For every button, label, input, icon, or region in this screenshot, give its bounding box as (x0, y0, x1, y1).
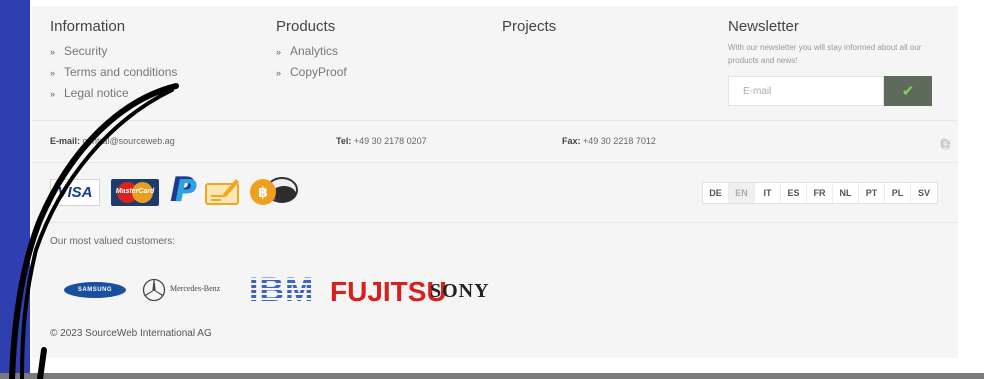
language-pl[interactable]: PL (885, 183, 911, 203)
newsletter-submit-button[interactable]: ✔ (884, 76, 932, 106)
mercedes-star-icon (142, 278, 166, 302)
paypal-logo-overlay: P (175, 174, 197, 209)
double-chevron-right-icon: » (50, 47, 56, 57)
svg-text:฿: ฿ (258, 185, 268, 201)
footer-link-label: Security (64, 44, 108, 58)
bottom-border (0, 373, 984, 379)
contact-fax-value: +49 30 2218 7012 (583, 136, 656, 146)
customers-label: Our most valued customers: (50, 236, 176, 247)
contact-email-value: central@sourceweb.ag (82, 136, 175, 146)
ibm-logo: IBM (249, 271, 315, 309)
contact-row: E-mail: central@sourceweb.ag Tel: +49 30… (50, 134, 951, 151)
column-title-newsletter: Newsletter (728, 18, 799, 35)
footer-link-security[interactable]: » Security (50, 41, 177, 62)
newsletter-description: With our newsletter you will stay inform… (728, 43, 922, 65)
copyright-text: © 2023 SourceWeb International AG (50, 328, 212, 339)
language-en[interactable]: EN (729, 183, 755, 203)
visa-logo: VISA (50, 179, 100, 206)
newsletter-form: ✔ (728, 76, 932, 108)
language-selector: DE EN IT ES FR NL PT PL SV (702, 182, 938, 204)
language-pt[interactable]: PT (859, 183, 885, 203)
footer-divider (32, 162, 958, 163)
instagram-icon[interactable]: ◎ (940, 136, 956, 152)
sony-logo: SONY (430, 280, 490, 302)
contact-tel-label: Tel: (336, 136, 352, 146)
paypal-logo: PP (170, 170, 197, 210)
contact-fax: Fax: +49 30 2218 7012 (562, 136, 656, 146)
bitcoin-icon: ฿ (250, 177, 298, 205)
checkmark-icon: ✔ (901, 82, 915, 100)
footer-link-label: Legal notice (64, 86, 129, 100)
newsletter-email-input[interactable] (728, 76, 884, 106)
footer-divider (32, 120, 958, 121)
mastercard-label: MasterCard (115, 188, 155, 195)
contact-email-label: E-mail: (50, 136, 81, 146)
samsung-logo: SAMSUNG (64, 282, 126, 298)
language-fr[interactable]: FR (807, 183, 833, 203)
double-chevron-right-icon: » (50, 68, 56, 78)
contact-tel-value: +49 30 2178 0207 (353, 136, 427, 146)
footer-link-terms[interactable]: » Terms and conditions (50, 62, 177, 83)
language-it[interactable]: IT (755, 183, 781, 203)
mercedes-wordmark: Mercedes-Benz (170, 284, 221, 293)
contact-fax-label: Fax: (562, 136, 581, 146)
cheque-icon (205, 179, 239, 205)
footer-column-projects: Projects (502, 18, 556, 41)
footer-column-newsletter: Newsletter With our newsletter you will … (728, 18, 938, 106)
footer-link-legal-notice[interactable]: » Legal notice (50, 83, 177, 104)
column-title-information: Information (50, 18, 126, 35)
footer-column-information: Information » Security » Terms and conditi… (50, 18, 177, 104)
column-title-products: Products (276, 18, 336, 35)
language-de[interactable]: DE (703, 183, 729, 203)
footer-divider (32, 222, 958, 223)
double-chevron-right-icon: » (276, 68, 282, 78)
mastercard-logo: MasterCard (111, 179, 159, 206)
double-chevron-right-icon: » (276, 47, 282, 57)
information-links: » Security » Terms and conditions » Legal n… (50, 41, 177, 104)
language-es[interactable]: ES (781, 183, 807, 203)
contact-email[interactable]: E-mail: central@sourceweb.ag (50, 136, 175, 146)
language-sv[interactable]: SV (911, 183, 937, 203)
products-links: » Analytics » CopyProof (276, 41, 347, 83)
footer-link-analytics[interactable]: » Analytics (276, 41, 347, 62)
footer-link-copyproof[interactable]: » CopyProof (276, 62, 347, 83)
footer-link-label: CopyProof (290, 65, 347, 79)
footer-link-label: Terms and conditions (64, 65, 178, 79)
customer-logos: SAMSUNG Mercedes-Benz IBM FUJITSU SONY (64, 268, 524, 309)
footer-link-label: Analytics (290, 44, 339, 58)
contact-tel: Tel: +49 30 2178 0207 (336, 136, 427, 146)
footer-column-products: Products » Analytics » CopyProof (276, 18, 347, 83)
site-footer: Information » Security » Terms and conditi… (32, 6, 958, 358)
column-title-projects[interactable]: Projects (502, 18, 556, 35)
mercedes-benz-logo: Mercedes-Benz (142, 278, 242, 302)
double-chevron-right-icon: » (50, 89, 56, 99)
left-accent-bar (0, 0, 30, 379)
language-nl[interactable]: NL (833, 183, 859, 203)
